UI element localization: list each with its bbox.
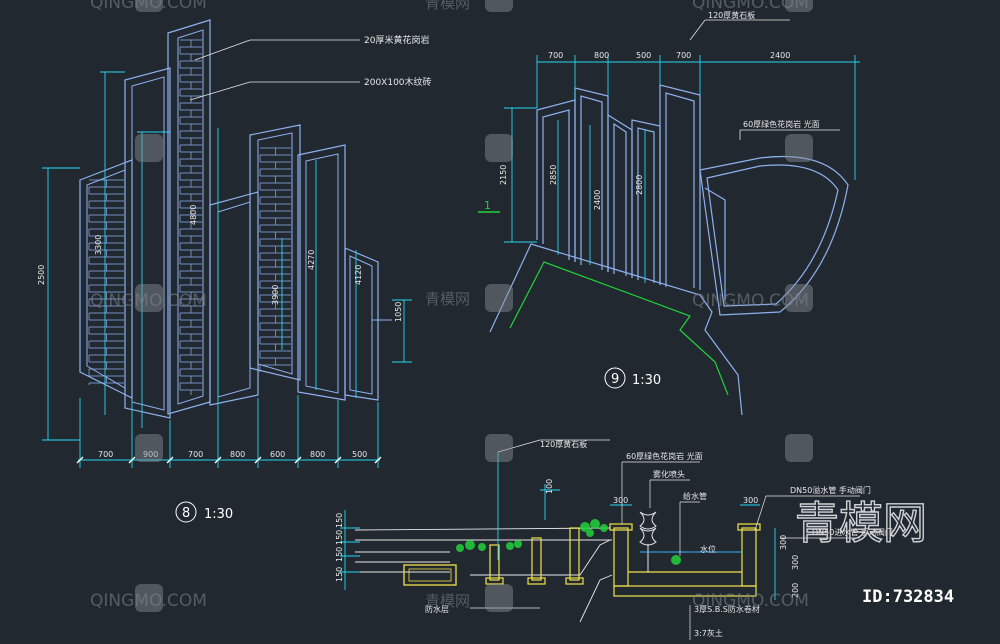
watermark-text: QINGMO.COM <box>90 0 207 13</box>
dim8-v3: 4270 <box>307 250 316 270</box>
sec-dt2: 300 <box>743 496 758 505</box>
dim8-b4: 600 <box>270 450 285 459</box>
label-wood-tile: 200X100木纹砖 <box>364 76 432 88</box>
sec-label-granite: 60厚绿色花岗岩 光面 <box>626 451 703 461</box>
dim9-t1: 800 <box>594 51 609 60</box>
watermark-text: QINGMO.COM <box>692 291 809 311</box>
watermark-text: QINGMO.COM <box>90 291 207 311</box>
watermark-cn-text: 青模网 <box>425 592 470 610</box>
sec-dt0: 100 <box>545 479 554 494</box>
sec-dr1: 300 <box>791 555 800 570</box>
dim8-b6: 500 <box>352 450 367 459</box>
sec-dl3: 150 <box>335 567 344 582</box>
sec-dl0: 150 <box>335 513 344 528</box>
watermark-logo-icon <box>135 134 163 162</box>
scale-8: 1:30 <box>204 507 233 522</box>
sec-dr0: 300 <box>779 535 788 550</box>
dim8-b2: 700 <box>188 450 203 459</box>
sec-label-lime: 3:7灰土 <box>694 628 723 638</box>
sec-label-overflow: DN50溢水管 手动阀门 <box>790 485 871 495</box>
watermark-logo-icon <box>135 434 163 462</box>
watermark-logo-icon <box>785 134 813 162</box>
sec-label-stone: 120厚黄石板 <box>540 439 587 449</box>
dim9-t2: 500 <box>636 51 651 60</box>
scale-no-8: 8 <box>182 506 190 521</box>
dim8-b5: 800 <box>310 450 325 459</box>
dim8-v6: 1050 <box>394 302 403 322</box>
watermark-text: QINGMO.COM <box>692 0 809 13</box>
id-label: ID:732834 <box>862 587 954 607</box>
dim8-v4: 3900 <box>271 285 280 305</box>
dim9-t4: 2400 <box>770 51 790 60</box>
dim8-v2: 4800 <box>189 205 198 225</box>
dim9-t0: 700 <box>548 51 563 60</box>
watermark-logo-icon <box>485 0 513 12</box>
big-watermark: 青模网 <box>795 498 927 549</box>
watermark-text: QINGMO.COM <box>90 591 207 611</box>
sec-dt1: 300 <box>613 496 628 505</box>
dim9-v3: 2800 <box>635 175 644 195</box>
sec-label-supply: 给水管 <box>683 491 707 501</box>
dim8-v0: 2500 <box>37 265 46 285</box>
watermark-logo-icon <box>485 434 513 462</box>
watermark-cn-text: 青模网 <box>425 290 470 308</box>
watermark-logo-icon <box>485 134 513 162</box>
dim8-b3: 800 <box>230 450 245 459</box>
label-granite: 20厚米黄花岗岩 <box>364 34 429 46</box>
dim9-v2: 2400 <box>593 190 602 210</box>
label-9-granite: 60厚绿色花岗岩 光面 <box>743 119 820 129</box>
sec-label-mist: 雾化喷头 <box>653 469 685 479</box>
section-marker-1: 1 <box>484 199 491 212</box>
scale-9: 1:30 <box>632 373 661 388</box>
watermark-logo-icon <box>785 434 813 462</box>
dim9-t3: 700 <box>676 51 691 60</box>
watermark-logo-icon <box>485 284 513 312</box>
dim8-v1: 3300 <box>94 235 103 255</box>
dim8-v5: 4120 <box>354 265 363 285</box>
scale-no-9: 9 <box>611 372 619 387</box>
sec-label-water: 水位 <box>700 544 716 554</box>
watermark-text: QINGMO.COM <box>692 591 809 611</box>
watermark-logo-icon <box>485 584 513 612</box>
dim9-v1: 2850 <box>549 165 558 185</box>
cad-canvas: 20厚米黄花岗岩 200X100木纹砖 700 900 700 800 600 … <box>0 0 1000 644</box>
dim8-b0: 700 <box>98 450 113 459</box>
sec-dl2: 150 <box>335 547 344 562</box>
sec-dl1: 150 <box>335 530 344 545</box>
watermark-cn-text: 青模网 <box>425 0 470 12</box>
dim9-v0: 2150 <box>499 165 508 185</box>
